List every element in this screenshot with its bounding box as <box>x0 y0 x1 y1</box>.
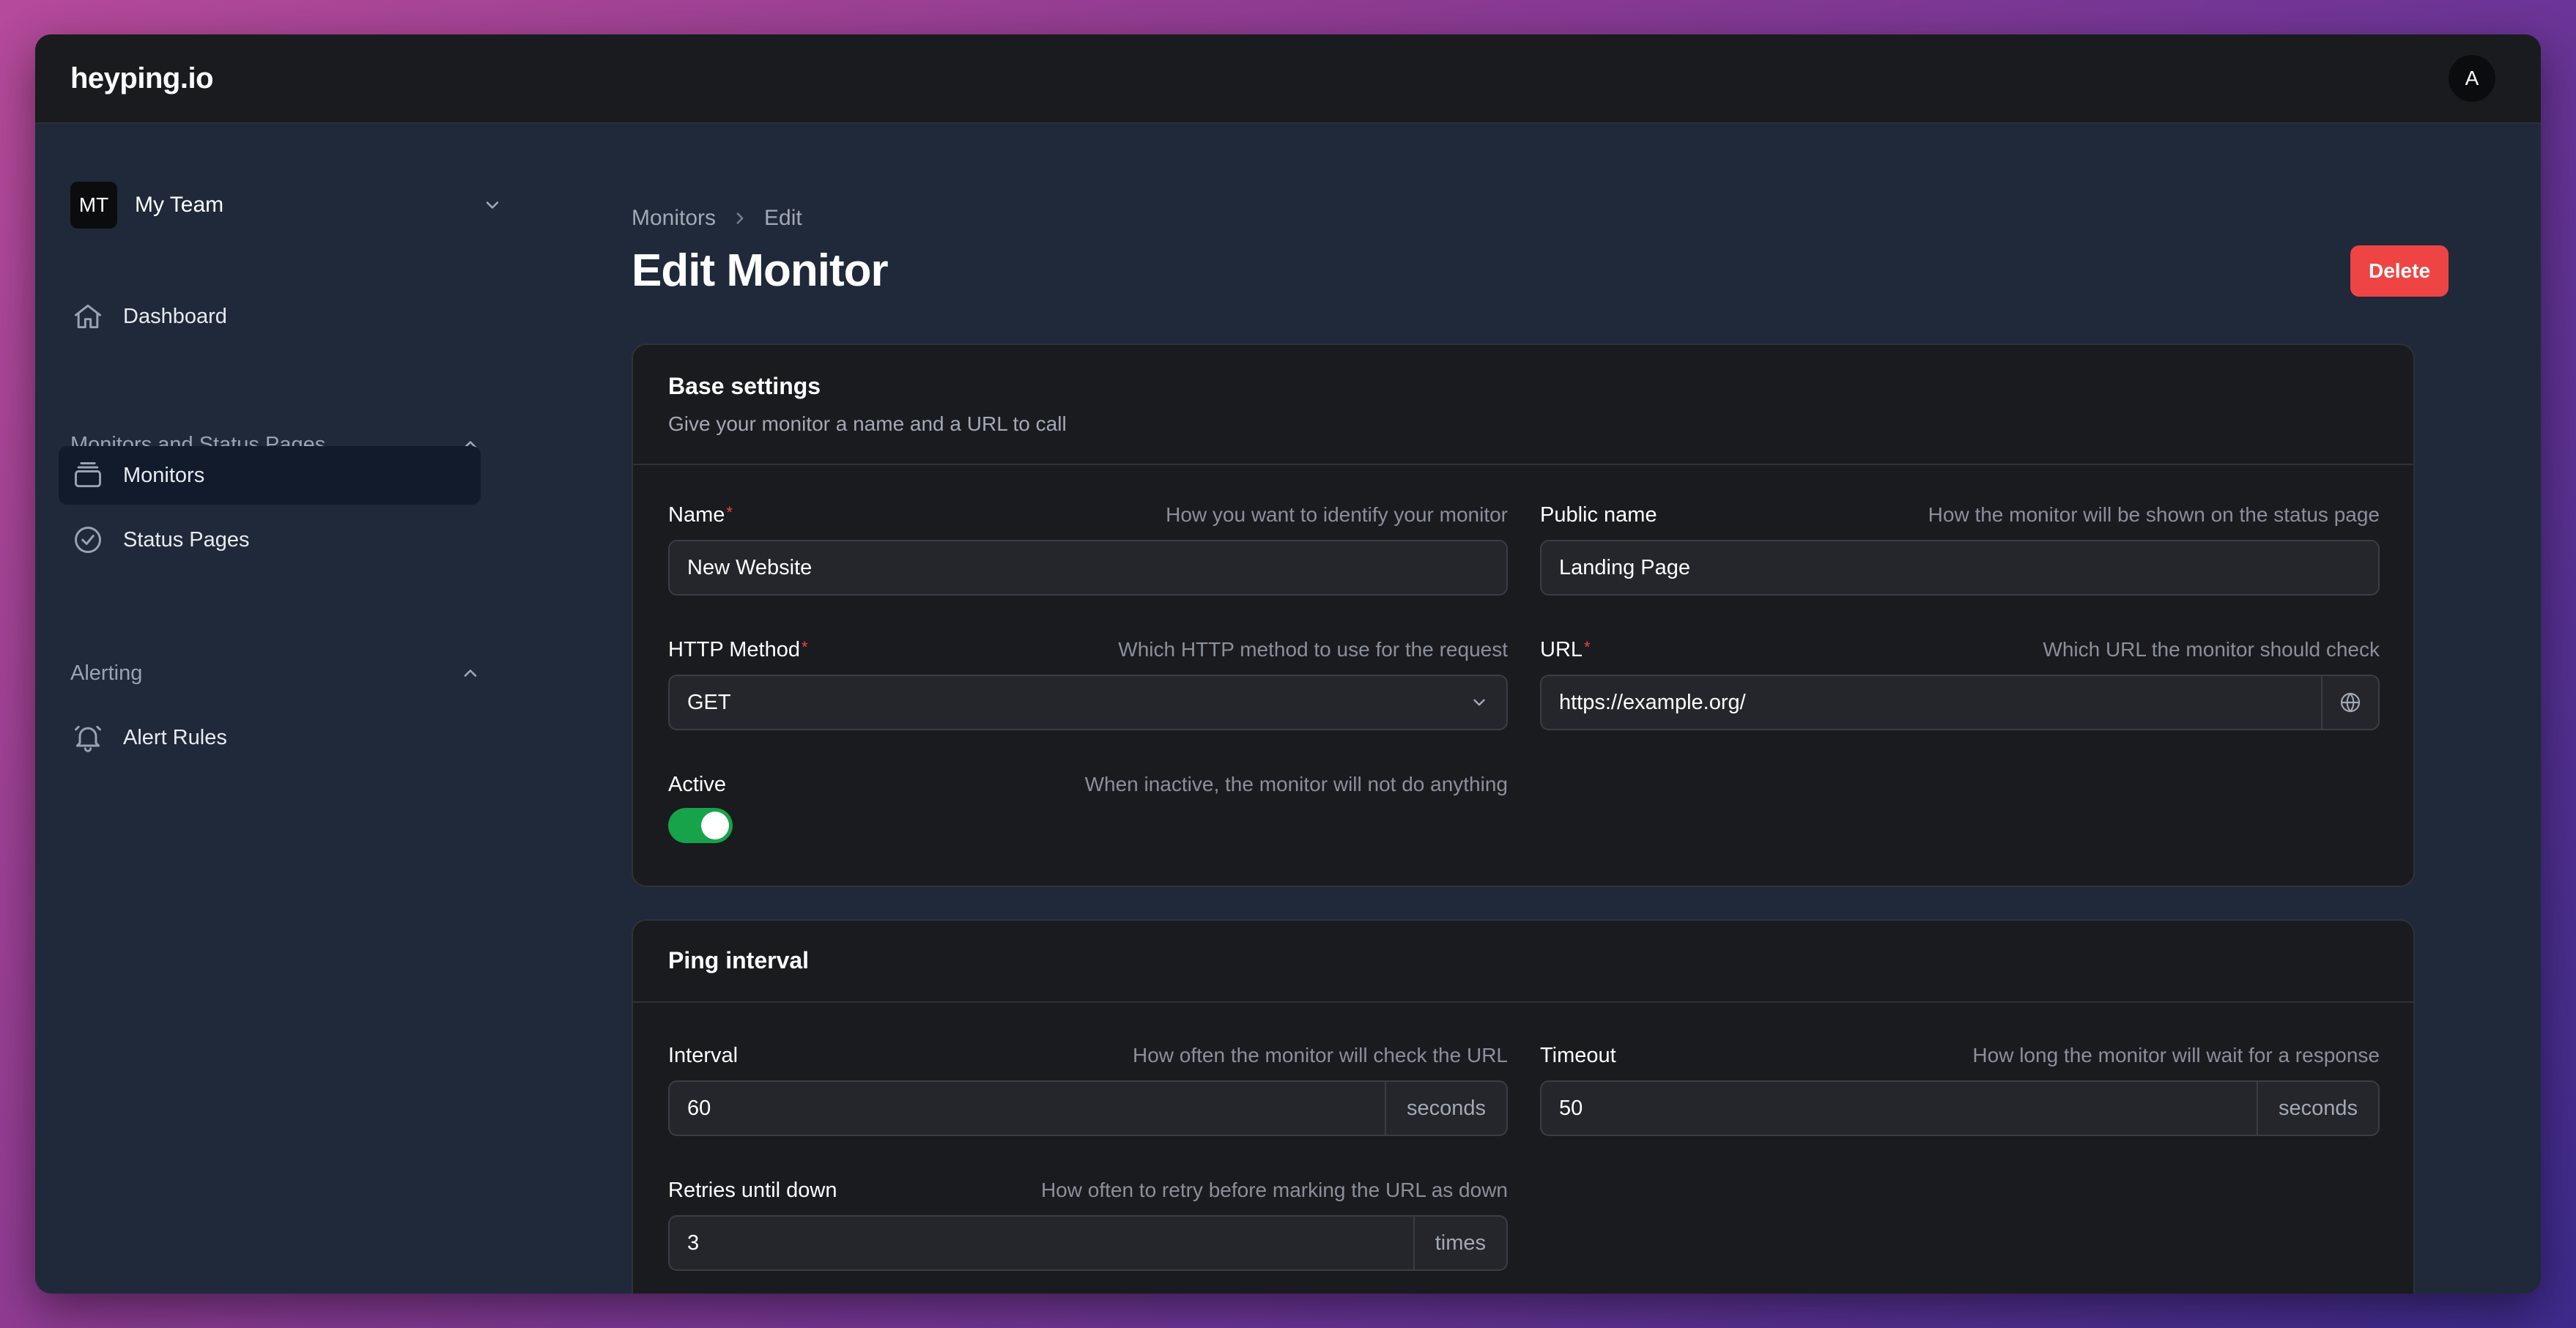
field-hint: How often the monitor will check the URL <box>1133 1044 1508 1067</box>
top-bar: heyping.io A <box>35 34 2541 124</box>
field-label: HTTP Method* <box>668 638 808 661</box>
public-name-input[interactable]: Landing Page <box>1540 540 2380 596</box>
page-title: Edit Monitor <box>632 245 889 296</box>
card-title: Base settings <box>668 373 821 399</box>
avatar[interactable]: A <box>2449 55 2495 102</box>
home-icon <box>75 304 101 329</box>
chevron-up-icon <box>464 669 477 677</box>
name-input[interactable]: New Website <box>668 540 1508 596</box>
sidebar-item-label: Dashboard <box>123 304 227 328</box>
field-hint: Which URL the monitor should check <box>2043 638 2380 661</box>
sidebar-item-status-pages[interactable]: Status Pages <box>59 511 481 569</box>
field-hint: How the monitor will be shown on the sta… <box>1928 503 2380 526</box>
team-badge: MT <box>70 182 117 229</box>
toggle-knob <box>701 812 729 839</box>
timeout-unit: seconds <box>2256 1082 2378 1135</box>
ping-interval-card: Ping interval Interval How often the mon… <box>632 919 2415 1294</box>
field-hint: How you want to identify your monitor <box>1166 503 1508 526</box>
globe-icon <box>2340 692 2361 713</box>
field-hint: When inactive, the monitor will not do a… <box>1084 773 1508 795</box>
field-hint: Which HTTP method to use for the request <box>1118 638 1508 661</box>
field-label: Active <box>668 773 726 796</box>
section-title: Alerting <box>70 661 143 685</box>
interval-input[interactable]: 60 seconds <box>668 1080 1508 1136</box>
sidebar-item-alert-rules[interactable]: Alert Rules <box>59 708 481 767</box>
breadcrumb-current: Edit <box>764 206 802 230</box>
url-input[interactable]: https://example.org/ <box>1540 675 2380 730</box>
active-toggle[interactable] <box>668 808 733 843</box>
sidebar-item-label: Monitors <box>123 463 205 487</box>
card-header: Base settings Give your monitor a name a… <box>633 345 2413 465</box>
sidebar-item-dashboard[interactable]: Dashboard <box>59 287 481 346</box>
field-label: Interval <box>668 1044 739 1067</box>
globe-addon[interactable] <box>2321 676 2378 729</box>
base-settings-card: Base settings Give your monitor a name a… <box>632 344 2415 887</box>
breadcrumb: Monitors Edit <box>632 206 802 231</box>
delete-button[interactable]: Delete <box>2350 245 2449 297</box>
sidebar-item-label: Alert Rules <box>123 725 227 749</box>
card-header: Ping interval <box>633 921 2413 1003</box>
team-switcher[interactable]: MT My Team <box>70 182 503 229</box>
team-name: My Team <box>135 193 224 217</box>
retries-unit: times <box>1413 1217 1506 1269</box>
sidebar-item-monitors[interactable]: Monitors <box>59 446 481 505</box>
logo[interactable]: heyping.io <box>70 62 214 95</box>
field-hint: How long the monitor will wait for a res… <box>1972 1044 2380 1067</box>
card-title: Ping interval <box>668 947 810 973</box>
chevron-down-icon <box>1473 699 1485 706</box>
field-label: Timeout <box>1540 1044 1616 1067</box>
app-window: heyping.io A MT My Team Dashboard Monito… <box>35 34 2541 1294</box>
breadcrumb-monitors-link[interactable]: Monitors <box>632 206 716 231</box>
chevron-down-icon <box>486 201 499 209</box>
check-circle-icon <box>75 527 101 553</box>
http-method-select[interactable]: GET <box>668 675 1508 730</box>
sidebar-item-label: Status Pages <box>123 527 250 552</box>
field-label: Name* <box>668 503 733 527</box>
field-label: URL* <box>1540 638 1591 661</box>
card-subtitle: Give your monitor a name and a URL to ca… <box>668 412 1067 435</box>
retries-input[interactable]: 3 times <box>668 1215 1508 1271</box>
section-alerting[interactable]: Alerting <box>70 659 481 688</box>
field-label: Retries until down <box>668 1179 837 1202</box>
field-label: Public name <box>1540 503 1657 527</box>
chevron-right-icon <box>736 212 744 224</box>
monitor-stack-icon <box>75 462 101 488</box>
field-hint: How often to retry before marking the UR… <box>1040 1179 1508 1201</box>
interval-unit: seconds <box>1384 1082 1506 1135</box>
timeout-input[interactable]: 50 seconds <box>1540 1080 2380 1136</box>
bell-icon <box>75 725 101 752</box>
